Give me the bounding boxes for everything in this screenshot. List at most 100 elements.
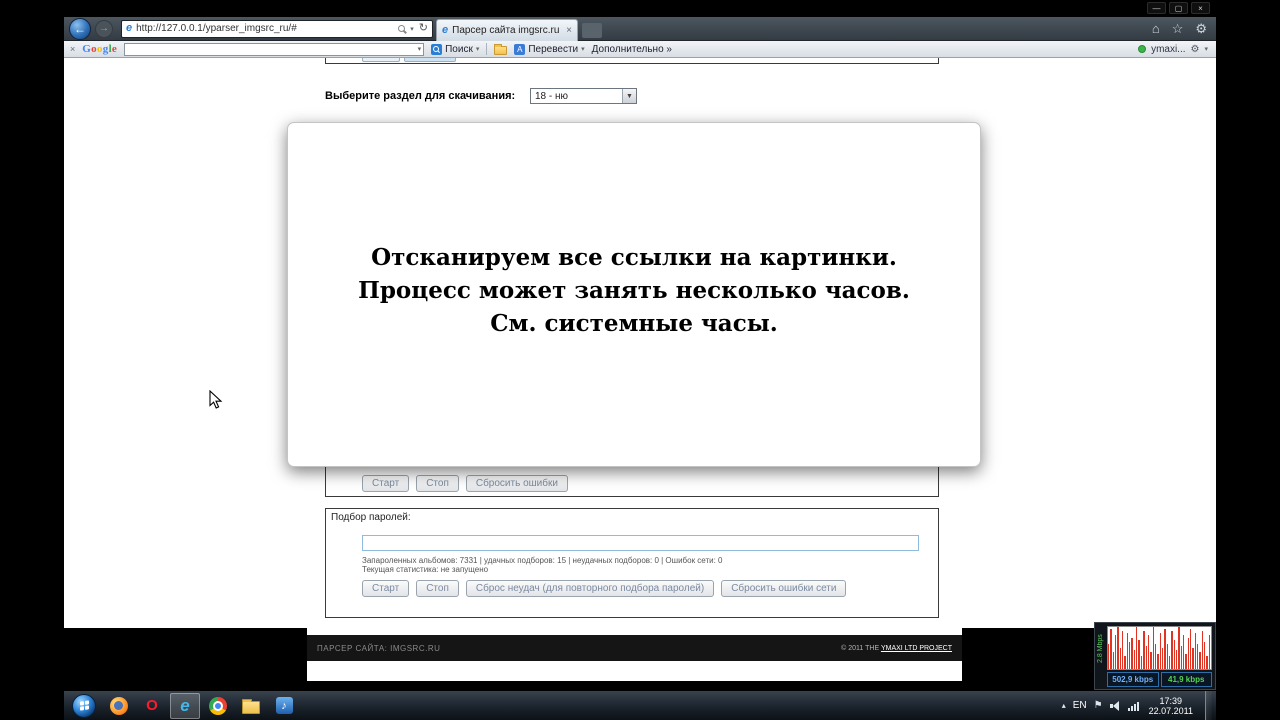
chevron-down-icon[interactable]: ▾ (418, 45, 422, 53)
maximize-button[interactable]: ▢ (1169, 2, 1188, 14)
toolbar-search-box[interactable]: ▾ (124, 42, 425, 56)
chevron-down-icon: ▾ (475, 46, 480, 53)
passwords-title: Подбор паролей: (331, 512, 411, 523)
passwords-start-button[interactable]: Старт (362, 580, 410, 597)
clipped-section-box (325, 58, 939, 64)
opera-icon: O (146, 697, 158, 714)
search-icon[interactable] (398, 25, 406, 32)
taskbar-icons: O e ♪ (104, 692, 299, 719)
taskbar-ie-button[interactable]: e (170, 692, 200, 719)
tools-gear-icon[interactable]: ⚙ (1195, 21, 1207, 37)
network-icon[interactable] (1127, 701, 1139, 711)
mouse-cursor (209, 389, 223, 415)
net-graph-bars (1108, 627, 1211, 669)
taskbar-folder-button[interactable] (236, 693, 266, 719)
passwords-stats-line-1: Запароленных альбомов: 7331 | удачных по… (362, 556, 723, 565)
translate-label: Перевести (528, 43, 579, 55)
instruction-text: Отсканируем все ссылки на картинки. Проц… (288, 241, 980, 340)
taskbar: O e ♪ ▴ EN ⚑ 17:39 22.07.2011 (64, 690, 1216, 720)
section-label: Выберите раздел для скачивания: (325, 90, 516, 102)
chevron-down-icon[interactable]: ▾ (410, 25, 414, 33)
tray-expand-icon[interactable]: ▴ (1062, 701, 1066, 710)
select-arrow-icon[interactable]: ▼ (622, 89, 636, 103)
clock-date: 22.07.2011 (1148, 705, 1193, 716)
passwords-stop-button[interactable]: Стоп (416, 580, 459, 597)
language-indicator[interactable]: EN (1073, 700, 1087, 711)
browser-tab[interactable]: e Парсер сайта imgsrc.ru × (436, 19, 578, 41)
tab-favicon-icon: e (442, 24, 449, 36)
google-toolbar: × Google ▾ Поиск ▾ A Перевести ▾ Дополни… (64, 41, 1216, 58)
passwords-reset-net-errors-button[interactable]: Сбросить ошибки сети (721, 580, 847, 597)
volume-icon[interactable] (1109, 700, 1121, 711)
clipped-button[interactable] (404, 58, 456, 62)
category-select-value: 18 - ню (535, 90, 569, 102)
close-button[interactable]: × (1191, 2, 1210, 14)
instruction-line: Отсканируем все ссылки на картинки. (371, 244, 897, 271)
refresh-icon[interactable]: ↻ (419, 23, 428, 34)
bookmarks-folder-icon[interactable] (494, 43, 508, 55)
toolbar-search-input[interactable] (127, 43, 418, 55)
taskbar-chrome-button[interactable] (203, 693, 233, 719)
start-button[interactable] (72, 693, 96, 718)
scan-stop-button[interactable]: Стоп (416, 475, 459, 492)
show-desktop-button[interactable] (1205, 690, 1212, 720)
scan-reset-errors-button[interactable]: Сбросить ошибки (465, 475, 568, 492)
desktop: — ▢ × ← → e http://127.0.0.1/yparser_img… (64, 0, 1216, 720)
footer-copyright-prefix: © 2011 THE (841, 644, 881, 652)
site-footer: ПАРСЕР САЙТА: IMGSRC.RU © 2011 THE YMAXI… (307, 635, 962, 661)
forward-button[interactable]: → (95, 19, 113, 38)
instruction-line: См. системные часы. (490, 310, 778, 337)
translate-button[interactable]: A Перевести ▾ (514, 43, 585, 55)
toolbar-account-area: ymaxi... ⚙ ▾ (1138, 44, 1210, 55)
toolbar-search-label: Поиск (445, 43, 473, 55)
address-bar-icons: ▾ ↻ (398, 23, 428, 34)
footer-site-name: ПАРСЕР САЙТА: IMGSRC.RU (317, 643, 441, 653)
taskbar-opera-button[interactable]: O (137, 693, 167, 719)
window-titlebar: — ▢ × (64, 0, 1216, 17)
passwords-buttons-row: Старт Стоп Сброс неудач (для повторного … (362, 580, 847, 597)
more-menu-label: Дополнительно » (591, 43, 672, 55)
ie-page-icon: e (126, 22, 133, 34)
tab-close-icon[interactable]: × (566, 25, 572, 36)
chevron-down-icon[interactable]: ▾ (1204, 45, 1208, 53)
instruction-line: Процесс может занять несколько часов. (358, 277, 910, 304)
home-icon[interactable]: ⌂ (1152, 21, 1160, 36)
passwords-stats-line-2: Текущая статистика: не запущено (362, 565, 489, 574)
upload-speed: 41,9 kbps (1160, 672, 1212, 687)
password-pick-input[interactable] (362, 535, 919, 551)
footer-project-link[interactable]: YMAXI LTD PROJECT (881, 645, 952, 652)
browser-navbar: ← → e http://127.0.0.1/yparser_imgsrc_ru… (64, 17, 1216, 41)
action-center-flag-icon[interactable]: ⚑ (1094, 700, 1103, 711)
browser-commands: ⌂ ☆ ⚙ (1152, 21, 1211, 37)
toolbar-search-button[interactable]: Поиск ▾ (431, 43, 480, 55)
more-menu-button[interactable]: Дополнительно » (592, 44, 672, 55)
video-frame: — ▢ × ← → e http://127.0.0.1/yparser_img… (0, 0, 1280, 720)
account-status-icon (1138, 45, 1147, 53)
network-monitor-gadget[interactable]: 2.8 Mbps 502,9 kbps 41,9 kbps (1094, 622, 1216, 690)
favorites-star-icon[interactable]: ☆ (1172, 21, 1184, 37)
back-button[interactable]: ← (69, 17, 91, 40)
scan-buttons-row: Старт Стоп Сбросить ошибки (362, 475, 568, 492)
wrench-icon[interactable]: ⚙ (1191, 44, 1200, 55)
account-label[interactable]: ymaxi... (1151, 44, 1185, 55)
category-select[interactable]: 18 - ню ▼ (530, 88, 637, 104)
clock[interactable]: 17:39 22.07.2011 (1149, 696, 1193, 716)
new-tab-button[interactable] (582, 23, 602, 38)
address-bar[interactable]: e http://127.0.0.1/yparser_imgsrc_ru/# ▾… (121, 19, 433, 38)
system-tray: ▴ EN ⚑ 17:39 22.07.2011 (1062, 690, 1214, 720)
net-scale-label: 2.8 Mbps (1097, 634, 1104, 664)
tab-title: Парсер сайта imgsrc.ru (452, 25, 560, 36)
clipped-button[interactable] (362, 58, 400, 62)
taskbar-firefox-button[interactable] (104, 693, 134, 719)
minimize-button[interactable]: — (1147, 2, 1166, 14)
window-controls: — ▢ × (1147, 2, 1210, 14)
passwords-section-box: Подбор паролей: Запароленных альбомов: 7… (325, 508, 939, 618)
scan-start-button[interactable]: Старт (362, 475, 410, 492)
ie-icon: e (180, 696, 190, 715)
url-text[interactable]: http://127.0.0.1/yparser_imgsrc_ru/# (136, 23, 394, 34)
toolbar-close-icon[interactable]: × (70, 44, 75, 54)
folder-icon (242, 698, 260, 714)
taskbar-media-button[interactable]: ♪ (269, 693, 299, 719)
chrome-icon (209, 696, 227, 715)
passwords-reset-fails-button[interactable]: Сброс неудач (для повторного подбора пар… (465, 580, 715, 597)
